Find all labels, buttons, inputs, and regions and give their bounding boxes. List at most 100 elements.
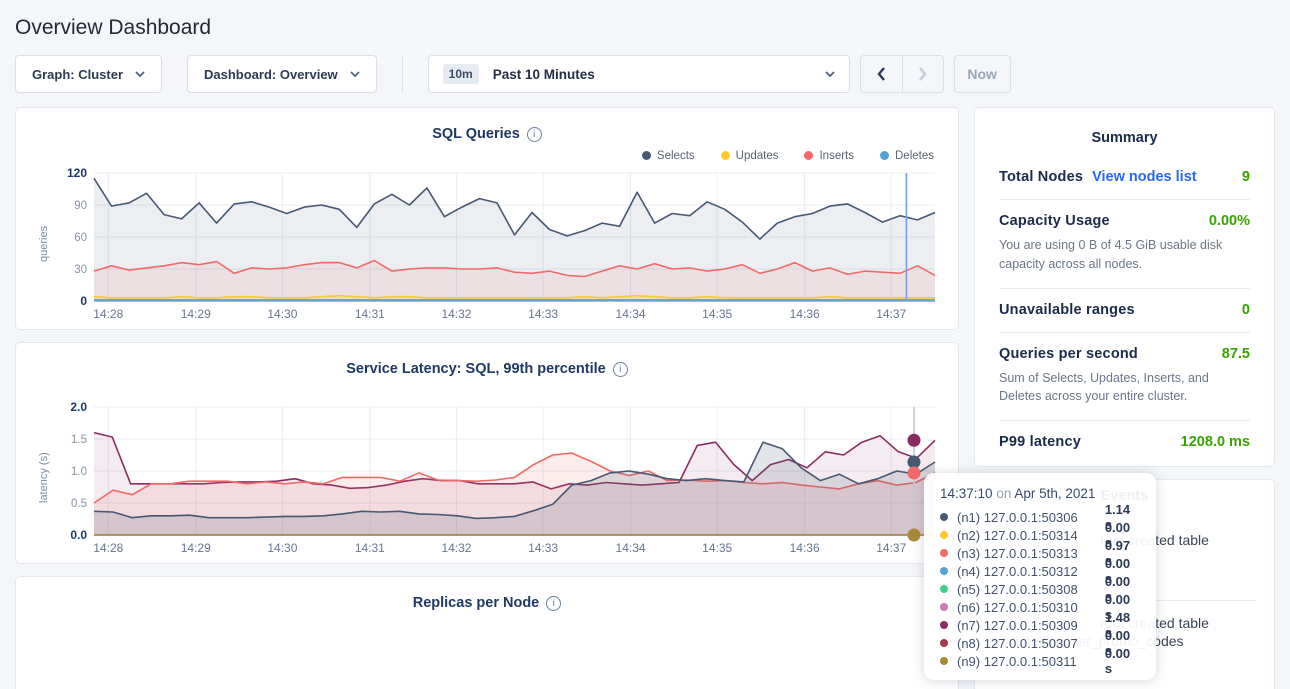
- controls-divider: [402, 55, 403, 93]
- legend-label: Inserts: [819, 150, 854, 162]
- svg-text:14:31: 14:31: [355, 307, 385, 321]
- svg-text:14:30: 14:30: [267, 541, 297, 555]
- sql-queries-chart[interactable]: 14:28 14:29 14:30 14:31 14:32 14:33 14:34 14:35…: [52, 165, 938, 323]
- svg-text:14:32: 14:32: [441, 541, 471, 555]
- graph-dropdown[interactable]: Graph: Cluster: [15, 55, 162, 93]
- now-button[interactable]: Now: [954, 55, 1011, 93]
- svg-text:90: 90: [74, 200, 87, 212]
- summary-panel: Summary Total Nodes View nodes list 9 Capac…: [974, 107, 1275, 467]
- sql-queries-legend: Selects Updates Inserts Deletes: [36, 148, 934, 163]
- controls-bar: Graph: Cluster Dashboard: Overview 10m P…: [15, 55, 1275, 93]
- info-icon[interactable]: i: [527, 127, 542, 142]
- svg-text:14:33: 14:33: [528, 307, 558, 321]
- svg-text:14:37: 14:37: [876, 541, 906, 555]
- chevron-left-icon: [877, 67, 886, 81]
- svg-text:14:28: 14:28: [93, 541, 123, 555]
- node-color-dot: [940, 585, 948, 593]
- svg-text:0.5: 0.5: [71, 498, 87, 510]
- y-axis-label: latency (s): [36, 399, 52, 557]
- svg-text:14:34: 14:34: [616, 307, 646, 321]
- svg-text:14:29: 14:29: [181, 307, 211, 321]
- node-color-dot: [940, 549, 948, 557]
- summary-label: Total Nodes: [999, 169, 1083, 185]
- node-color-dot: [940, 603, 948, 611]
- summary-title: Summary: [999, 122, 1250, 156]
- service-latency-title: Service Latency: SQL, 99th percentile: [346, 361, 606, 377]
- time-prev-button[interactable]: [861, 56, 902, 92]
- svg-text:14:29: 14:29: [181, 541, 211, 555]
- legend-item-selects[interactable]: Selects: [642, 148, 695, 163]
- legend-dot: [721, 151, 730, 160]
- summary-row: Total Nodes View nodes list 9: [999, 156, 1250, 199]
- legend-dot: [642, 151, 651, 160]
- svg-text:14:35: 14:35: [702, 307, 732, 321]
- node-color-dot: [940, 567, 948, 575]
- legend-item-deletes[interactable]: Deletes: [880, 148, 934, 163]
- legend-label: Selects: [657, 150, 695, 162]
- svg-text:14:35: 14:35: [702, 541, 732, 555]
- svg-text:14:34: 14:34: [616, 541, 646, 555]
- y-axis-label: queries: [36, 165, 52, 323]
- tooltip-row: (n9) 127.0.0.1:503110.00 s: [924, 652, 1156, 670]
- svg-text:0: 0: [80, 294, 87, 308]
- node-color-dot: [940, 513, 948, 521]
- summary-value: 9: [1242, 169, 1250, 185]
- dashboard-dropdown[interactable]: Dashboard: Overview: [187, 55, 377, 93]
- legend-item-inserts[interactable]: Inserts: [804, 148, 854, 163]
- replicas-per-node-card: Replicas per Node i: [15, 576, 959, 689]
- svg-text:14:36: 14:36: [790, 307, 820, 321]
- svg-text:1.5: 1.5: [71, 434, 87, 446]
- node-color-dot: [940, 657, 948, 665]
- time-nav-group: [860, 55, 944, 93]
- node-address: (n2) 127.0.0.1:50314: [957, 528, 1105, 543]
- svg-text:14:32: 14:32: [441, 307, 471, 321]
- charts-column: SQL Queries i SelectsUpdatesInsertsDelet…: [15, 107, 959, 689]
- svg-text:14:36: 14:36: [790, 541, 820, 555]
- summary-value: 0.00%: [1209, 213, 1250, 229]
- chevron-down-icon: [135, 71, 145, 77]
- legend-item-updates[interactable]: Updates: [721, 148, 779, 163]
- service-latency-chart[interactable]: 14:2814:2914:3014:3114:3214:3314:3414:35…: [52, 399, 938, 557]
- summary-value: 1208.0 ms: [1181, 434, 1250, 450]
- time-range-label: Past 10 Minutes: [493, 67, 825, 82]
- svg-text:14:28: 14:28: [93, 307, 123, 321]
- legend-label: Updates: [736, 150, 779, 162]
- page-title: Overview Dashboard: [0, 0, 1290, 40]
- node-latency-value: 0.00 s: [1105, 646, 1140, 676]
- summary-row: Capacity Usage 0.00% You are using 0 B of …: [999, 199, 1250, 288]
- svg-text:30: 30: [74, 264, 87, 276]
- svg-text:14:37: 14:37: [876, 307, 906, 321]
- time-range-select[interactable]: 10m Past 10 Minutes: [428, 55, 850, 93]
- time-next-button[interactable]: [902, 56, 943, 92]
- summary-label: Capacity Usage: [999, 213, 1110, 229]
- summary-description: You are using 0 B of 4.5 GiB usable disk…: [999, 236, 1250, 274]
- info-icon[interactable]: i: [546, 596, 561, 611]
- info-icon[interactable]: i: [613, 362, 628, 377]
- summary-rows: Total Nodes View nodes list 9 Capacity Usag…: [999, 156, 1250, 464]
- dashboard-dropdown-label: Dashboard: Overview: [204, 67, 338, 82]
- sql-queries-card: SQL Queries i SelectsUpdatesInsertsDelet…: [15, 107, 959, 330]
- svg-text:1.0: 1.0: [71, 466, 87, 478]
- summary-value: 87.5: [1222, 346, 1250, 362]
- tooltip-rows: (n1) 127.0.0.1:503061.14 s(n2) 127.0.0.1…: [924, 508, 1156, 670]
- chevron-down-icon: [350, 71, 360, 77]
- svg-text:0.0: 0.0: [70, 528, 87, 542]
- chevron-down-icon: [825, 71, 835, 77]
- svg-text:120: 120: [67, 166, 87, 180]
- node-address: (n9) 127.0.0.1:50311: [957, 654, 1105, 669]
- view-nodes-list-link[interactable]: View nodes list: [1092, 169, 1197, 185]
- svg-text:2.0: 2.0: [70, 400, 87, 414]
- summary-label: P99 latency: [999, 434, 1081, 450]
- svg-text:14:30: 14:30: [267, 307, 297, 321]
- svg-text:14:33: 14:33: [528, 541, 558, 555]
- node-color-dot: [940, 621, 948, 629]
- chart-hover-tooltip: 14:37:10 on Apr 5th, 2021 (n1) 127.0.0.1…: [924, 473, 1156, 680]
- node-address: (n4) 127.0.0.1:50312: [957, 564, 1105, 579]
- node-color-dot: [940, 531, 948, 539]
- summary-row: P99 latency 1208.0 ms: [999, 420, 1250, 464]
- legend-dot: [804, 151, 813, 160]
- node-color-dot: [940, 639, 948, 647]
- legend-dot: [880, 151, 889, 160]
- summary-row: Queries per second87.5Sum of Selects, Up…: [999, 332, 1250, 421]
- graph-dropdown-label: Graph: Cluster: [32, 67, 123, 82]
